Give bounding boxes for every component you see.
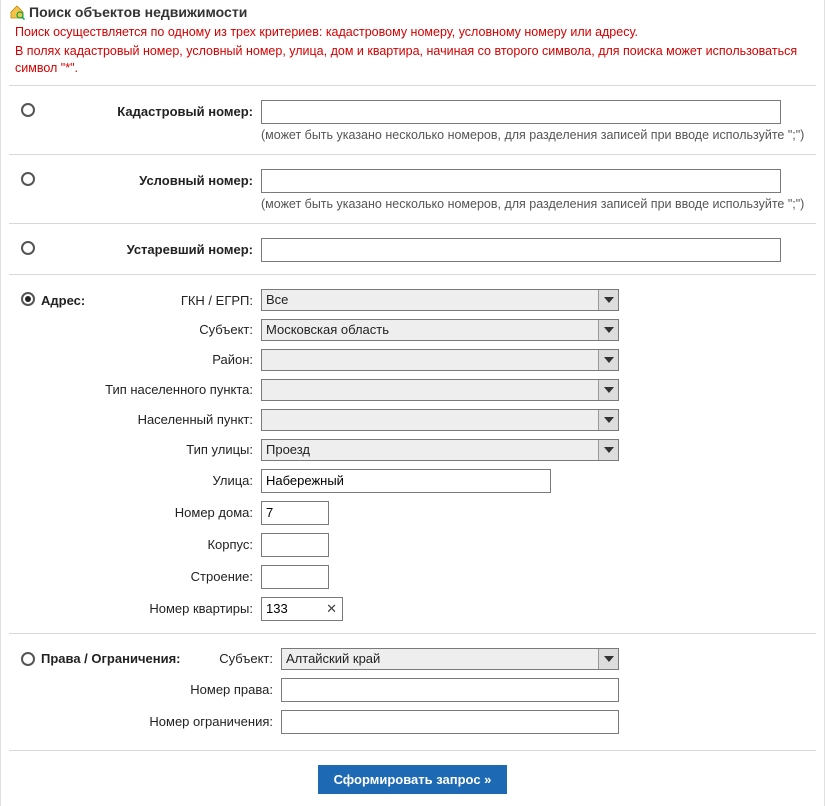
select-subject[interactable]: Московская область — [261, 319, 619, 341]
clear-flat-icon[interactable]: ✕ — [326, 601, 337, 617]
label-subject: Субъект: — [9, 322, 261, 337]
hint-conditional: (может быть указано несколько номеров, д… — [261, 193, 816, 211]
chevron-down-icon — [598, 320, 618, 340]
select-rights-subject-value: Алтайский край — [286, 651, 380, 666]
label-conditional: Условный номер: — [139, 173, 253, 188]
label-settlement: Населенный пункт: — [9, 412, 261, 427]
chevron-down-icon — [598, 350, 618, 370]
select-rights-subject[interactable]: Алтайский край — [281, 648, 619, 670]
radio-rights[interactable] — [21, 652, 35, 666]
select-street-type-value: Проезд — [266, 442, 310, 457]
chevron-down-icon — [598, 380, 618, 400]
select-gkn-value: Все — [266, 292, 288, 307]
radio-conditional[interactable] — [21, 172, 35, 186]
radio-cadastral[interactable] — [21, 103, 35, 117]
label-settlement-type: Тип населенного пункта: — [9, 382, 261, 397]
input-right-number[interactable] — [281, 678, 619, 702]
select-district[interactable] — [261, 349, 619, 371]
submit-button[interactable]: Сформировать запрос » — [318, 765, 508, 794]
input-korpus[interactable] — [261, 533, 329, 557]
input-street[interactable] — [261, 469, 551, 493]
chevron-down-icon — [598, 649, 618, 669]
page-title: Поиск объектов недвижимости — [29, 4, 247, 20]
label-street-type: Тип улицы: — [9, 442, 261, 457]
select-street-type[interactable]: Проезд — [261, 439, 619, 461]
label-obsolete: Устаревший номер: — [127, 242, 253, 257]
radio-obsolete[interactable] — [21, 241, 35, 255]
page-title-row: Поиск объектов недвижимости — [9, 4, 816, 22]
label-house: Номер дома: — [9, 505, 261, 520]
label-restriction-number: Номер ограничения: — [9, 714, 281, 729]
label-korpus: Корпус: — [9, 537, 261, 552]
input-house[interactable] — [261, 501, 329, 525]
hint-cadastral: (может быть указано несколько номеров, д… — [261, 124, 816, 142]
chevron-down-icon — [598, 410, 618, 430]
select-subject-value: Московская область — [266, 322, 389, 337]
house-search-icon — [9, 4, 25, 20]
label-building: Строение: — [9, 569, 261, 584]
label-cadastral: Кадастровый номер: — [117, 104, 253, 119]
input-conditional[interactable] — [261, 169, 781, 193]
radio-address[interactable] — [21, 292, 35, 306]
label-street: Улица: — [9, 473, 261, 488]
select-settlement-type[interactable] — [261, 379, 619, 401]
label-gkn: ГКН / ЕГРП: — [181, 293, 253, 308]
input-obsolete[interactable] — [261, 238, 781, 262]
label-flat: Номер квартиры: — [9, 601, 261, 616]
label-district: Район: — [9, 352, 261, 367]
label-right-number: Номер права: — [9, 682, 281, 697]
input-restriction-number[interactable] — [281, 710, 619, 734]
input-building[interactable] — [261, 565, 329, 589]
chevron-down-icon — [598, 440, 618, 460]
select-gkn[interactable]: Все — [261, 289, 619, 311]
label-rights-subject: Субъект: — [195, 651, 281, 666]
search-note-line1: Поиск осуществляется по одному из трех к… — [9, 22, 816, 41]
select-settlement[interactable] — [261, 409, 619, 431]
search-note-line2: В полях кадастровый номер, условный номе… — [9, 41, 816, 77]
input-cadastral[interactable] — [261, 100, 781, 124]
chevron-down-icon — [598, 290, 618, 310]
label-address: Адрес: — [35, 293, 85, 308]
label-rights: Права / Ограничения: — [35, 651, 195, 666]
